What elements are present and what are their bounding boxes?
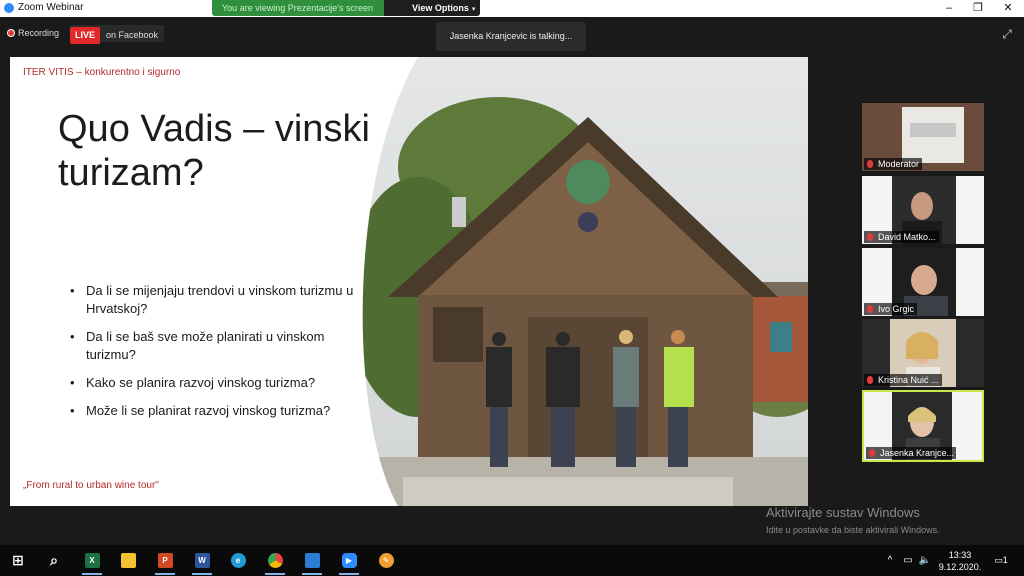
participant-name-text: Jasenka Kranjce...	[880, 448, 955, 458]
start-button[interactable]: ⊞	[0, 545, 36, 576]
participant-name: Jasenka Kranjce...	[866, 447, 956, 459]
participant-name: Kristina Nuić ...	[864, 374, 942, 386]
taskbar-edge[interactable]: e	[220, 545, 256, 576]
search-icon: ⌕	[50, 552, 58, 568]
minimize-button[interactable]: –	[934, 0, 964, 17]
windows-icon: ⊞	[12, 552, 24, 568]
zoom-icon: ▶	[341, 553, 357, 568]
network-icon[interactable]: ▭	[900, 545, 916, 576]
search-button[interactable]: ⌕	[36, 545, 72, 576]
participant-tile[interactable]: Kristina Nuić ...	[862, 319, 984, 387]
taskbar-excel[interactable]: X	[74, 545, 110, 576]
slide-photo	[358, 57, 808, 506]
live-target-label: on Facebook	[106, 30, 159, 40]
folder-icon	[120, 553, 136, 568]
edge-icon: e	[230, 553, 246, 568]
word-icon: W	[194, 553, 210, 568]
clock-time: 13:33	[948, 550, 972, 560]
wine-cellar-photo	[362, 57, 808, 506]
windows-activation-title: Aktivirajte sustav Windows	[766, 505, 920, 520]
recording-icon	[7, 29, 15, 37]
active-speaker-label: Jasenka Kranjcevic is talking...	[436, 22, 586, 51]
taskbar-word[interactable]: W	[184, 545, 220, 576]
volume-icon[interactable]: 🔈	[917, 545, 933, 576]
recording-indicator[interactable]: Recording	[7, 25, 59, 42]
slide-bullet: Da li se baš sve može planirati u vinsko…	[70, 328, 370, 364]
mic-muted-icon	[867, 160, 873, 168]
zoom-app-icon	[4, 3, 14, 13]
chevron-down-icon: ▾	[471, 6, 476, 13]
window-title-bar: Zoom Webinar – ❐ ✕	[0, 0, 1024, 17]
notifications-icon[interactable]: ▭1	[990, 545, 1012, 576]
participant-name-text: Kristina Nuić ...	[878, 375, 939, 385]
close-button[interactable]: ✕	[993, 0, 1023, 17]
mic-muted-icon	[867, 376, 873, 384]
excel-icon: X	[84, 553, 100, 568]
mic-muted-icon	[869, 449, 875, 457]
fullscreen-icon[interactable]: ⤢	[1000, 27, 1014, 41]
slide-footer: „From rural to urban wine tour"	[23, 480, 159, 491]
notification-count: 1	[1002, 555, 1008, 565]
view-options-label: View Options	[412, 3, 469, 13]
powerpoint-icon: P	[157, 553, 173, 568]
participant-name: Moderator	[864, 158, 923, 170]
participant-tile-active-speaker[interactable]: Jasenka Kranjce...	[862, 390, 984, 462]
participant-name-text: Moderator	[878, 159, 920, 169]
mic-muted-icon	[867, 233, 873, 241]
screen-share-banner: You are viewing Prezentacije's screen Vi…	[212, 0, 480, 16]
windows-taskbar: ⊞ ⌕ X P W e ▶ ✎ ^ ▭ 🔈 13:33 9.12.2020. ▭…	[0, 545, 1024, 576]
tray-overflow-chevron-icon[interactable]: ^	[882, 545, 898, 576]
chrome-icon	[267, 553, 283, 568]
clock-date: 9.12.2020.	[938, 562, 982, 572]
photos-icon	[304, 553, 320, 568]
participant-name: David Matko...	[864, 231, 939, 243]
shared-slide: ITER VITIS – konkurentno i sigurno Quo V…	[10, 57, 808, 506]
slide-bullet: Da li se mijenjaju trendovi u vinskom tu…	[70, 282, 370, 318]
window-title: Zoom Webinar	[18, 2, 84, 13]
taskbar-paint[interactable]: ✎	[368, 545, 404, 576]
live-badge: LIVE	[70, 27, 101, 44]
windows-activation-subtitle: Idite u postavke da biste aktivirali Win…	[766, 525, 940, 535]
taskbar-zoom[interactable]: ▶	[331, 545, 367, 576]
mic-muted-icon	[867, 305, 873, 313]
slide-headline: Quo Vadis – vinski turizam?	[58, 108, 370, 194]
participant-name: Ivo Grgic	[864, 303, 918, 315]
live-stream-indicator[interactable]: LIVE on Facebook	[70, 25, 165, 44]
viewing-screen-text: You are viewing Prezentacije's screen	[222, 3, 373, 13]
taskbar-powerpoint[interactable]: P	[147, 545, 183, 576]
webinar-stage: Recording LIVE on Facebook Jasenka Kranjc…	[0, 17, 1024, 545]
taskbar-file-explorer[interactable]	[110, 545, 146, 576]
participant-tile[interactable]: Moderator	[862, 103, 984, 171]
participant-tile[interactable]: Ivo Grgic	[862, 248, 984, 316]
taskbar-photos[interactable]	[294, 545, 330, 576]
slide-bullet: Može li se planirat razvoj vinskog turiz…	[70, 402, 370, 420]
slide-org-label: ITER VITIS – konkurentno i sigurno	[23, 67, 181, 78]
system-clock[interactable]: 13:33 9.12.2020.	[935, 549, 985, 573]
recording-label: Recording	[18, 28, 60, 38]
view-options-button[interactable]: View Options ▾	[384, 0, 480, 16]
participant-tile[interactable]: David Matko...	[862, 176, 984, 244]
taskbar-chrome[interactable]	[257, 545, 293, 576]
paint-icon: ✎	[378, 553, 394, 568]
maximize-button[interactable]: ❐	[963, 0, 993, 17]
slide-bullet: Kako se planira razvoj vinskog turizma?	[70, 374, 370, 392]
slide-bullet-list: Da li se mijenjaju trendovi u vinskom tu…	[70, 282, 370, 430]
participant-name-text: David Matko...	[878, 232, 936, 242]
participant-name-text: Ivo Grgic	[878, 304, 915, 314]
